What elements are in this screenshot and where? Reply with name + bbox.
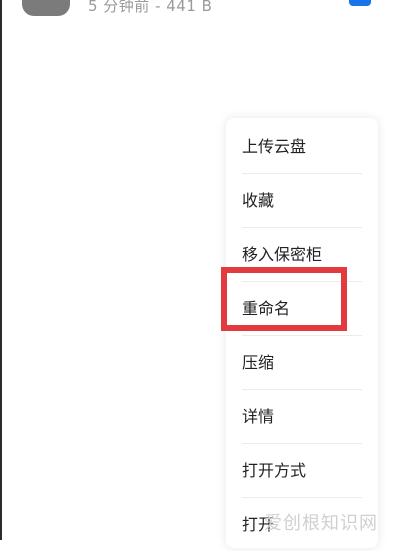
file-meta-text: 5 分钟前 - 441 B (88, 0, 213, 15)
menu-item-favorite[interactable]: 收藏 (242, 174, 362, 228)
left-edge-border (0, 0, 2, 540)
menu-item-open-with[interactable]: 打开方式 (242, 444, 362, 498)
menu-item-compress[interactable]: 压缩 (242, 336, 362, 390)
context-menu: 上传云盘 收藏 移入保密柜 重命名 压缩 详情 打开方式 打开 (226, 118, 378, 548)
file-thumbnail-icon (22, 0, 70, 16)
watermark-text: 爱创根知识网 (264, 513, 378, 534)
file-select-checkbox[interactable] (349, 0, 371, 6)
menu-item-details[interactable]: 详情 (242, 390, 362, 444)
rename-highlight-box (221, 267, 347, 331)
menu-item-upload-cloud[interactable]: 上传云盘 (242, 120, 362, 174)
file-list-row[interactable]: 5 分钟前 - 441 B (0, 0, 400, 22)
